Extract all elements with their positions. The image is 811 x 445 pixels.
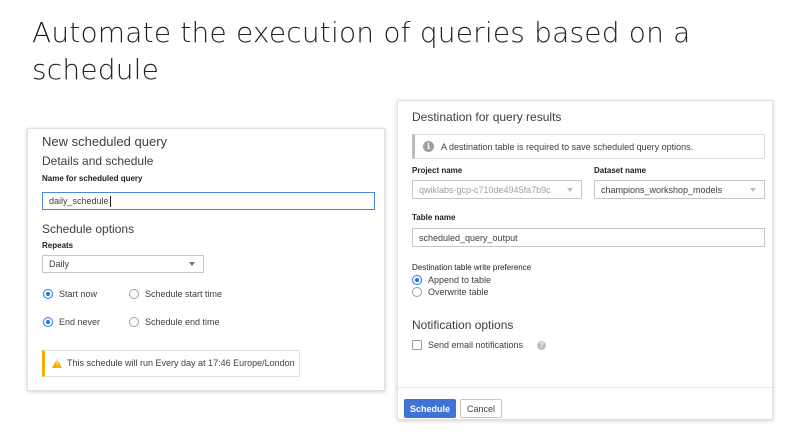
project-name-value: qwiklabs-gcp-c710de4945fa7b9c	[419, 184, 551, 195]
table-name-input[interactable]: scheduled_query_output	[412, 228, 765, 247]
destination-info-box: i A destination table is required to sav…	[412, 134, 765, 159]
schedule-notice: ! This schedule will run Every day at 17…	[42, 350, 300, 377]
schedule-button[interactable]: Schedule	[404, 399, 456, 418]
query-name-value: daily_schedule	[49, 196, 109, 206]
warning-icon: !	[52, 359, 62, 368]
notification-options-heading: Notification options	[412, 318, 514, 332]
table-name-value: scheduled_query_output	[419, 232, 518, 243]
overwrite-table-radio[interactable]	[412, 287, 422, 297]
schedule-end-time-label[interactable]: Schedule end time	[145, 317, 220, 327]
project-name-select[interactable]: qwiklabs-gcp-c710de4945fa7b9c	[412, 180, 582, 199]
cancel-button[interactable]: Cancel	[460, 399, 502, 418]
details-heading: Details and schedule	[42, 154, 154, 168]
chevron-down-icon	[189, 262, 195, 266]
start-now-label[interactable]: Start now	[59, 289, 97, 299]
send-email-label[interactable]: Send email notifications	[428, 340, 523, 350]
destination-heading: Destination for query results	[412, 110, 562, 124]
dataset-name-select[interactable]: champions_workshop_models	[594, 180, 765, 199]
end-never-radio[interactable]	[43, 317, 53, 327]
info-icon: i	[423, 141, 434, 152]
repeats-value: Daily	[49, 259, 70, 269]
overwrite-table-label[interactable]: Overwrite table	[428, 287, 489, 297]
dataset-name-value: champions_workshop_models	[601, 184, 723, 195]
query-name-input[interactable]: daily_schedule	[42, 192, 375, 210]
send-email-checkbox[interactable]	[412, 340, 422, 350]
slide-title: Automate the execution of queries based …	[32, 16, 691, 86]
name-label: Name for scheduled query	[42, 174, 143, 183]
schedule-options-heading: Schedule options	[42, 222, 135, 236]
help-icon[interactable]: ?	[537, 341, 546, 350]
schedule-end-time-radio[interactable]	[129, 317, 139, 327]
new-scheduled-query-panel: New scheduled query Details and schedule…	[27, 128, 385, 391]
destination-info-text: A destination table is required to save …	[441, 142, 694, 152]
end-never-label[interactable]: End never	[59, 317, 100, 327]
schedule-start-time-label[interactable]: Schedule start time	[145, 289, 222, 299]
write-preference-label: Destination table write preference	[412, 263, 532, 272]
chevron-down-icon	[750, 187, 756, 192]
start-now-radio[interactable]	[43, 289, 53, 299]
project-name-label: Project name	[412, 166, 463, 175]
schedule-notice-text: This schedule will run Every day at 17:4…	[67, 358, 295, 368]
dataset-name-label: Dataset name	[594, 166, 647, 175]
repeats-select[interactable]: Daily	[42, 255, 204, 273]
repeats-label: Repeats	[42, 241, 74, 250]
append-to-table-label[interactable]: Append to table	[428, 275, 491, 285]
append-to-table-radio[interactable]	[412, 275, 422, 285]
table-name-label: Table name	[412, 213, 456, 222]
chevron-down-icon	[567, 187, 573, 192]
text-cursor	[109, 195, 111, 207]
panel-heading: New scheduled query	[42, 134, 168, 149]
destination-panel: Destination for query results i A destin…	[397, 100, 773, 420]
schedule-start-time-radio[interactable]	[129, 289, 139, 299]
footer-divider	[398, 387, 772, 388]
